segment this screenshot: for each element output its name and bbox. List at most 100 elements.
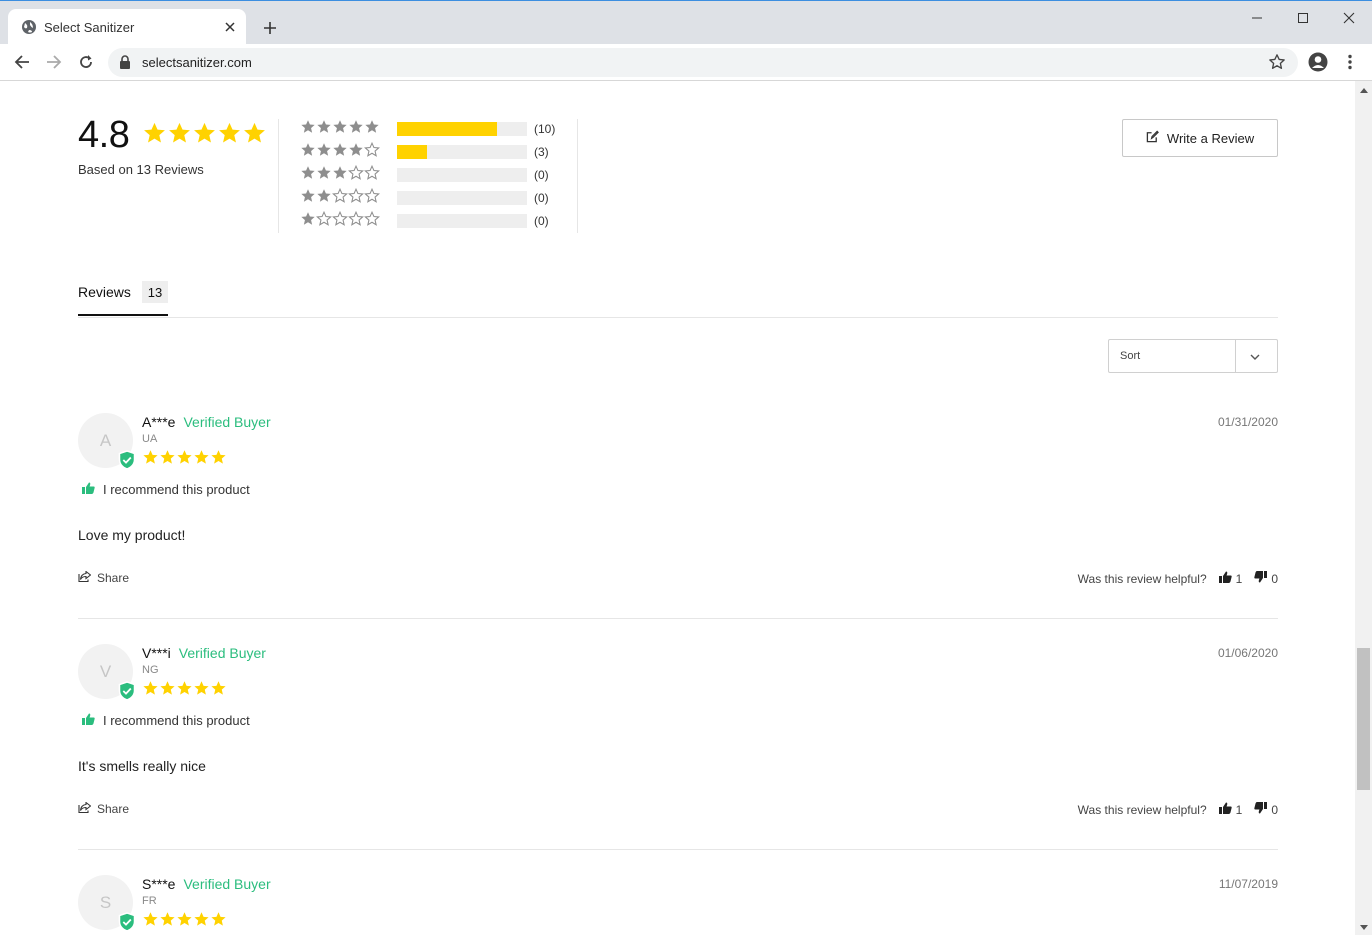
star-empty-icon bbox=[332, 187, 348, 209]
histogram-count: (0) bbox=[534, 168, 549, 182]
globe-icon bbox=[21, 19, 37, 35]
vote-down-button[interactable]: 0 bbox=[1254, 571, 1278, 586]
recommend-text: I recommend this product bbox=[103, 482, 250, 497]
reviewer-name: S***e Verified Buyer bbox=[142, 876, 271, 892]
star-filled-icon bbox=[167, 121, 192, 151]
share-label: Share bbox=[97, 571, 130, 585]
vote-up-button[interactable]: 1 bbox=[1218, 571, 1242, 586]
star-filled-icon bbox=[159, 680, 176, 702]
address-bar[interactable]: selectsanitizer.com bbox=[108, 48, 1298, 77]
scroll-up-arrow-icon[interactable] bbox=[1355, 84, 1372, 96]
star-empty-icon bbox=[316, 210, 332, 232]
vote-down-count: 0 bbox=[1271, 802, 1278, 817]
vote-up-count: 1 bbox=[1235, 802, 1243, 817]
star-filled-icon bbox=[159, 449, 176, 471]
star-filled-icon bbox=[300, 188, 316, 209]
tabs-divider bbox=[78, 317, 1278, 318]
profile-avatar-icon[interactable] bbox=[1306, 50, 1330, 74]
star-filled-icon bbox=[217, 121, 242, 151]
reviews-widget: 4.8 Based on 13 Reviews (10) (3) (0) (0) (0)… bbox=[78, 81, 1278, 935]
star-filled-icon bbox=[142, 680, 159, 702]
star-filled-icon bbox=[316, 188, 332, 209]
star-filled-icon bbox=[193, 449, 210, 471]
maximize-icon[interactable] bbox=[1280, 5, 1326, 31]
bookmark-star-icon[interactable] bbox=[1268, 53, 1286, 76]
review-date: 11/07/2019 bbox=[1218, 877, 1278, 891]
menu-kebab-icon[interactable] bbox=[1338, 50, 1362, 74]
star-filled-icon bbox=[142, 911, 159, 933]
thumbs-up-icon bbox=[82, 482, 95, 497]
average-stars bbox=[142, 121, 267, 151]
star-empty-icon bbox=[364, 164, 380, 186]
histogram-bar bbox=[397, 168, 527, 182]
histogram-bar-fill bbox=[397, 145, 427, 159]
minimize-icon[interactable] bbox=[1234, 5, 1280, 31]
write-review-button[interactable]: Write a Review bbox=[1122, 119, 1278, 157]
star-filled-icon bbox=[364, 119, 380, 140]
verified-buyer-label: Verified Buyer bbox=[183, 414, 271, 430]
reviewer-name-text: V***i bbox=[142, 645, 171, 661]
thumbs-down-icon bbox=[1254, 571, 1268, 586]
review-stars bbox=[142, 911, 227, 933]
average-rating: 4.8 bbox=[78, 114, 130, 156]
reviewer-location: UA bbox=[142, 433, 158, 445]
browser-tab[interactable]: Select Sanitizer bbox=[8, 9, 246, 45]
star-filled-icon bbox=[176, 911, 193, 933]
vote-down-button[interactable]: 0 bbox=[1254, 802, 1278, 817]
star-filled-icon bbox=[300, 165, 316, 186]
back-arrow-icon[interactable] bbox=[10, 50, 34, 74]
verified-shield-icon bbox=[118, 912, 136, 935]
scrollbar-thumb[interactable] bbox=[1357, 648, 1370, 790]
summary-divider bbox=[278, 119, 279, 233]
star-empty-icon bbox=[348, 164, 364, 186]
page-scrollbar[interactable] bbox=[1355, 81, 1372, 935]
share-button[interactable]: Share bbox=[78, 570, 130, 585]
reload-icon[interactable] bbox=[74, 50, 98, 74]
tab-close-icon[interactable] bbox=[220, 17, 240, 37]
review-divider bbox=[78, 849, 1278, 850]
based-on-text: Based on 13 Reviews bbox=[78, 162, 204, 177]
helpful-votes: Was this review helpful? 1 0 bbox=[1078, 571, 1278, 586]
review-date: 01/06/2020 bbox=[1217, 646, 1278, 660]
star-filled-icon bbox=[332, 165, 348, 186]
share-icon bbox=[78, 801, 92, 816]
verified-buyer-label: Verified Buyer bbox=[178, 645, 266, 661]
star-empty-icon bbox=[348, 210, 364, 232]
star-filled-icon bbox=[210, 680, 227, 702]
window-close-icon[interactable] bbox=[1326, 5, 1372, 31]
reviewer-location: NG bbox=[142, 664, 159, 676]
star-filled-icon bbox=[159, 911, 176, 933]
star-empty-icon bbox=[348, 187, 364, 209]
star-filled-icon bbox=[210, 911, 227, 933]
url-text[interactable]: selectsanitizer.com bbox=[142, 55, 252, 70]
star-empty-icon bbox=[332, 210, 348, 232]
star-filled-icon bbox=[192, 121, 217, 151]
share-icon bbox=[78, 570, 92, 585]
tab-reviews-count: 13 bbox=[142, 281, 168, 303]
histogram-stars bbox=[300, 210, 380, 232]
star-filled-icon bbox=[316, 165, 332, 186]
scroll-down-arrow-icon[interactable] bbox=[1355, 921, 1372, 933]
review-divider bbox=[78, 618, 1278, 619]
new-tab-icon[interactable] bbox=[258, 16, 282, 40]
sort-dropdown[interactable]: Sort bbox=[1108, 339, 1278, 373]
histogram-bar-fill bbox=[397, 122, 498, 136]
review-date: 01/31/2020 bbox=[1217, 415, 1278, 429]
histogram-bar bbox=[397, 214, 527, 228]
thumbs-up-icon bbox=[1218, 571, 1232, 586]
histogram-stars bbox=[300, 187, 380, 209]
forward-arrow-icon[interactable] bbox=[42, 50, 66, 74]
helpful-question: Was this review helpful? bbox=[1077, 802, 1207, 817]
vote-down-count: 0 bbox=[1271, 571, 1278, 586]
star-filled-icon bbox=[316, 119, 332, 140]
reviewer-name: A***e Verified Buyer bbox=[142, 414, 271, 430]
browser-toolbar: selectsanitizer.com bbox=[0, 44, 1372, 81]
histogram-count: (10) bbox=[534, 122, 556, 136]
histogram-bar bbox=[397, 191, 527, 205]
verified-buyer-label: Verified Buyer bbox=[183, 876, 271, 892]
helpful-votes: Was this review helpful? 1 0 bbox=[1078, 802, 1278, 817]
chevron-down-icon bbox=[1249, 350, 1261, 368]
share-button[interactable]: Share bbox=[78, 801, 129, 816]
reviewer-name-text: S***e bbox=[142, 876, 176, 892]
vote-up-button[interactable]: 1 bbox=[1218, 802, 1243, 817]
